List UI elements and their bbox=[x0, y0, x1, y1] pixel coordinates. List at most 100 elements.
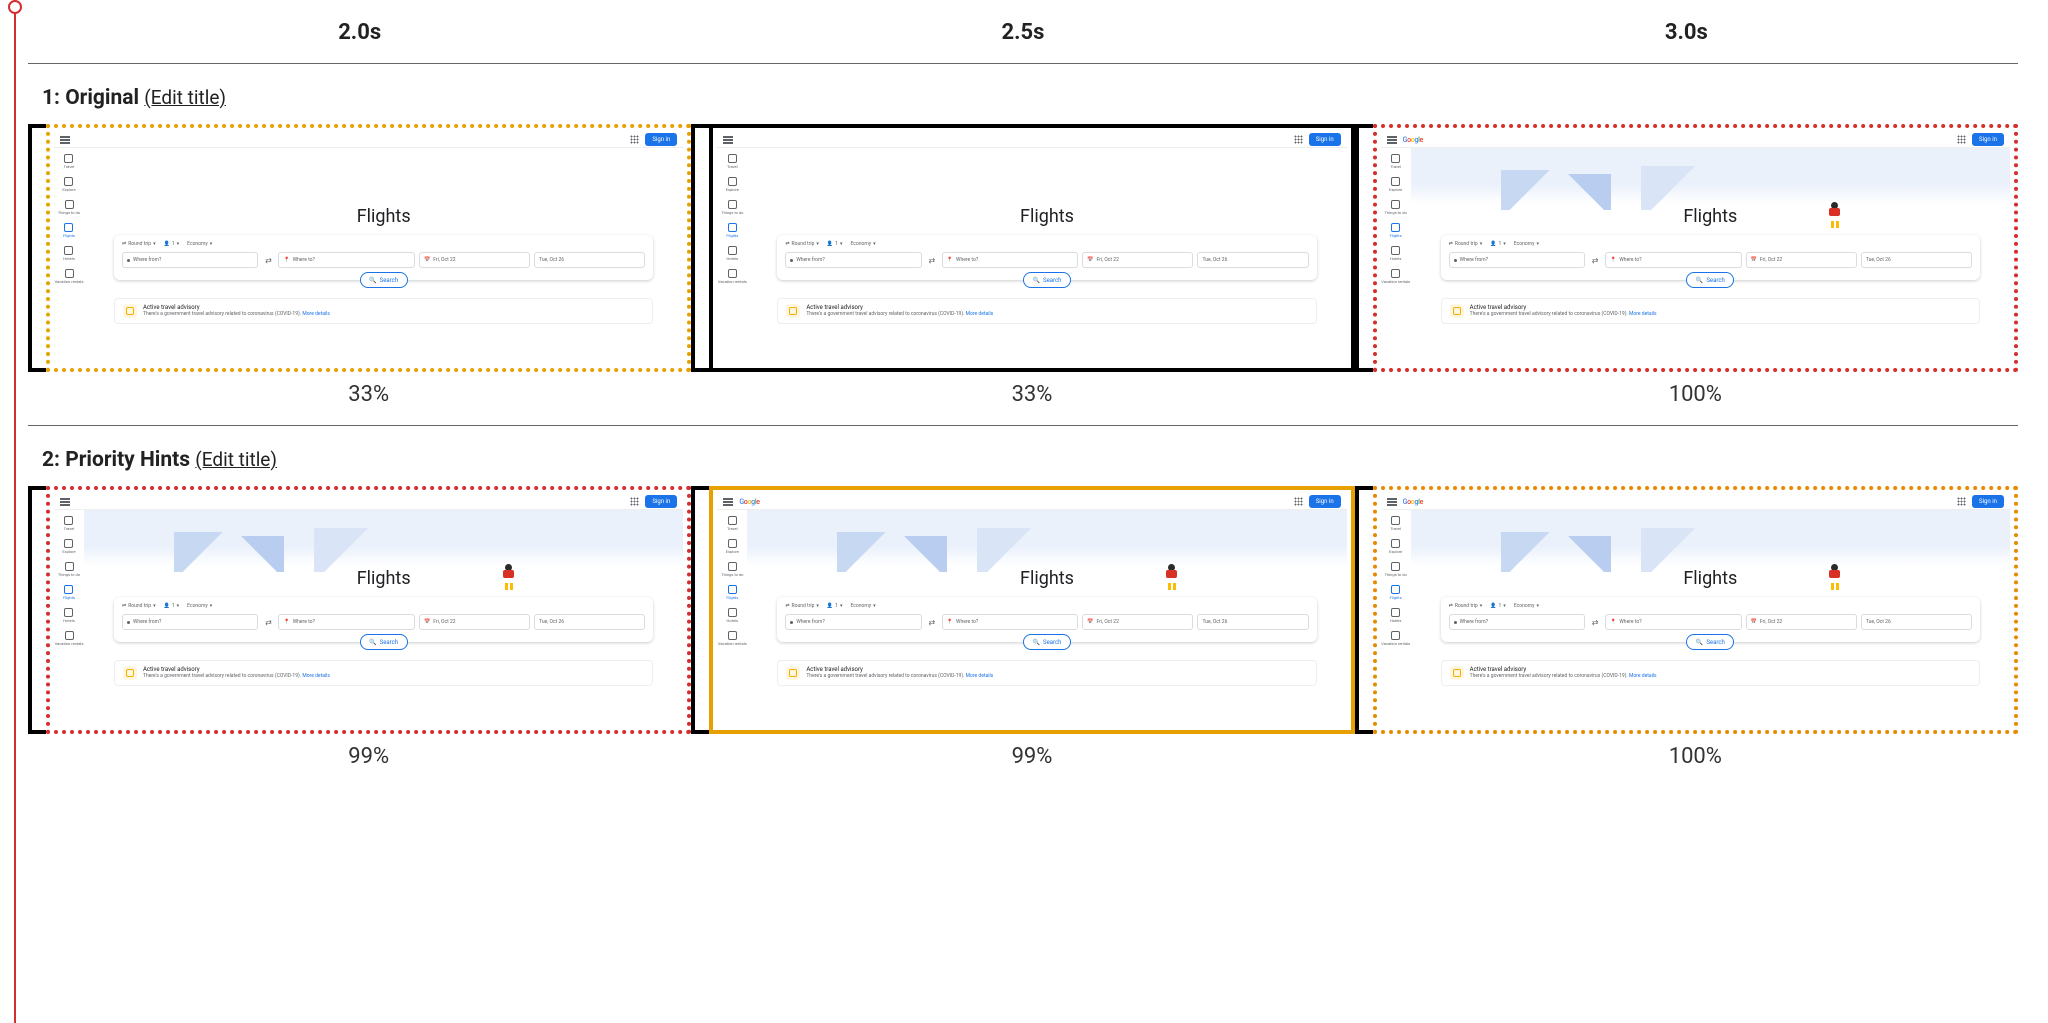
frame-column: Google Sign in TravelExploreThings to do… bbox=[1373, 124, 2018, 407]
frame-leading-edge bbox=[1355, 124, 1373, 372]
frame-thumbnail[interactable]: Google Sign in TravelExploreThings to do… bbox=[1373, 124, 2018, 372]
visual-progress-percent: 33% bbox=[1012, 382, 1053, 407]
sidebar-icon bbox=[1391, 631, 1400, 640]
thumb-sidebar: TravelExploreThings to doFlightsHotelsVa… bbox=[54, 510, 84, 726]
advisory-icon bbox=[786, 666, 800, 680]
thumb-topbar: Sign in bbox=[54, 132, 683, 148]
passengers-chip: 👤 1 ▾ bbox=[827, 241, 843, 247]
advisory-link: More details bbox=[302, 673, 330, 679]
sidebar-item: Things to do bbox=[58, 200, 80, 215]
screenshot-thumb: Sign in Travel Explore Things to do Flights… bbox=[717, 132, 1346, 364]
frame-leading-edge bbox=[691, 486, 709, 734]
sidebar-item: Vacation rentals bbox=[55, 631, 84, 646]
thumb-topbar: Sign in bbox=[54, 494, 683, 510]
date-to-field: Tue, Oct 26 bbox=[1197, 614, 1308, 630]
frame-leading-edge bbox=[28, 486, 46, 734]
timeline-line bbox=[14, 12, 16, 1023]
frame-thumbnail[interactable]: Google Sign in TravelExploreThings to do… bbox=[1373, 486, 2018, 734]
to-field: 📍 Where to? bbox=[942, 614, 1078, 630]
sidebar-item: Travel bbox=[727, 154, 738, 169]
menu-icon bbox=[1387, 136, 1397, 144]
sidebar-item: Explore bbox=[726, 177, 739, 192]
trip-type-chip: ⇄ Round trip ▾ bbox=[785, 603, 819, 609]
thumb-topbar: Sign in bbox=[717, 132, 1346, 148]
passengers-chip: 👤 1 ▾ bbox=[827, 603, 843, 609]
advisory-icon bbox=[1450, 666, 1464, 680]
frame-thumbnail[interactable]: Sign in TravelExploreThings to doFlights… bbox=[46, 486, 691, 734]
advisory-banner: Active travel advisory There's a governm… bbox=[777, 298, 1316, 324]
variant-title: 1: Original (Edit title) bbox=[28, 64, 2018, 124]
trip-type-chip: ⇄ Round trip ▾ bbox=[785, 241, 819, 247]
thumb-page-title: Flights bbox=[1411, 206, 2010, 227]
sidebar-item: Vacation rentals bbox=[1381, 631, 1410, 646]
variant-name: Priority Hints bbox=[65, 448, 190, 472]
sidebar-item: Vacation rentals bbox=[718, 269, 747, 284]
sidebar-icon bbox=[728, 269, 737, 278]
advisory-banner: Active travel advisory There's a governm… bbox=[777, 660, 1316, 686]
sidebar-icon bbox=[1391, 154, 1400, 163]
time-label-1: 2.0s bbox=[28, 20, 691, 45]
sidebar-icon bbox=[64, 246, 73, 255]
frame-thumbnail[interactable]: Sign in TravelExploreThings to doFlights… bbox=[46, 124, 691, 372]
menu-icon bbox=[1387, 498, 1397, 506]
passengers-chip: 👤 1 ▾ bbox=[1490, 241, 1506, 247]
frame-leading-edge bbox=[1355, 486, 1373, 734]
advisory-title: Active travel advisory bbox=[806, 304, 993, 311]
frame-thumbnail[interactable]: Sign in Travel Explore Things to do Flights… bbox=[709, 124, 1354, 372]
swap-icon: ⇄ bbox=[262, 252, 274, 268]
advisory-icon bbox=[1450, 304, 1464, 318]
apps-grid-icon bbox=[630, 135, 639, 144]
sidebar-icon bbox=[1391, 269, 1400, 278]
frame-thumbnail[interactable]: Google Sign in TravelExploreThings to do… bbox=[709, 486, 1354, 734]
sidebar-item: Things to do bbox=[1385, 562, 1407, 577]
sidebar-item: Flights bbox=[63, 223, 75, 238]
sidebar-icon bbox=[1391, 608, 1400, 617]
thumb-topbar: Google Sign in bbox=[1381, 494, 2010, 510]
from-field: Where from? bbox=[122, 252, 258, 268]
advisory-link: More details bbox=[1629, 311, 1657, 317]
date-to-field: Tue, Oct 26 bbox=[534, 614, 645, 630]
sidebar-icon bbox=[64, 154, 73, 163]
date-from-field: 📅 Fri, Oct 22 bbox=[1082, 614, 1193, 630]
swap-icon: ⇄ bbox=[262, 614, 274, 630]
sidebar-item: Travel bbox=[727, 516, 738, 531]
advisory-link: More details bbox=[966, 673, 994, 679]
advisory-title: Active travel advisory bbox=[143, 304, 330, 311]
thumb-sidebar: TravelExploreThings to doFlightsHotelsVa… bbox=[1381, 148, 1411, 364]
visual-progress-percent: 100% bbox=[1669, 744, 1722, 769]
frame-column: Sign in TravelExploreThings to doFlights… bbox=[46, 124, 691, 407]
sidebar-item: Hotels bbox=[727, 608, 739, 623]
date-from-field: 📅 Fri, Oct 22 bbox=[1746, 252, 1857, 268]
sidebar-item: Hotels bbox=[727, 246, 739, 261]
time-label-2: 2.5s bbox=[691, 20, 1354, 45]
time-label-3: 3.0s bbox=[1355, 20, 2018, 45]
sidebar-item: Things to do bbox=[721, 200, 743, 215]
from-field: Where from? bbox=[1449, 252, 1585, 268]
sidebar-icon bbox=[728, 516, 737, 525]
edit-title-link[interactable]: (Edit title) bbox=[144, 86, 226, 109]
cabin-chip: Economy ▾ bbox=[187, 241, 212, 247]
edit-title-link[interactable]: (Edit title) bbox=[195, 448, 277, 471]
cabin-chip: Economy ▾ bbox=[187, 603, 212, 609]
sidebar-icon bbox=[728, 608, 737, 617]
to-field: 📍 Where to? bbox=[1605, 614, 1741, 630]
sidebar-icon bbox=[728, 223, 737, 232]
search-button: 🔍 Search bbox=[1023, 634, 1071, 650]
timeline-marker bbox=[8, 0, 22, 14]
frame-column: Google Sign in TravelExploreThings to do… bbox=[1373, 486, 2018, 769]
sidebar-icon bbox=[1391, 585, 1400, 594]
sign-in-button: Sign in bbox=[1309, 495, 1341, 508]
swap-icon: ⇄ bbox=[926, 252, 938, 268]
trip-type-chip: ⇄ Round trip ▾ bbox=[122, 603, 156, 609]
cabin-chip: Economy ▾ bbox=[1514, 241, 1539, 247]
frame-column: Google Sign in TravelExploreThings to do… bbox=[709, 486, 1354, 769]
menu-icon bbox=[60, 136, 70, 144]
time-header: 2.0s 2.5s 3.0s bbox=[28, 0, 2018, 64]
from-field: Where from? bbox=[1449, 614, 1585, 630]
sidebar-item: Flights bbox=[726, 223, 738, 238]
from-field: Where from? bbox=[785, 252, 921, 268]
date-from-field: 📅 Fri, Oct 22 bbox=[419, 252, 530, 268]
advisory-title: Active travel advisory bbox=[806, 666, 993, 673]
date-to-field: Tue, Oct 26 bbox=[1861, 252, 1972, 268]
sidebar-item: Flights bbox=[63, 585, 75, 600]
